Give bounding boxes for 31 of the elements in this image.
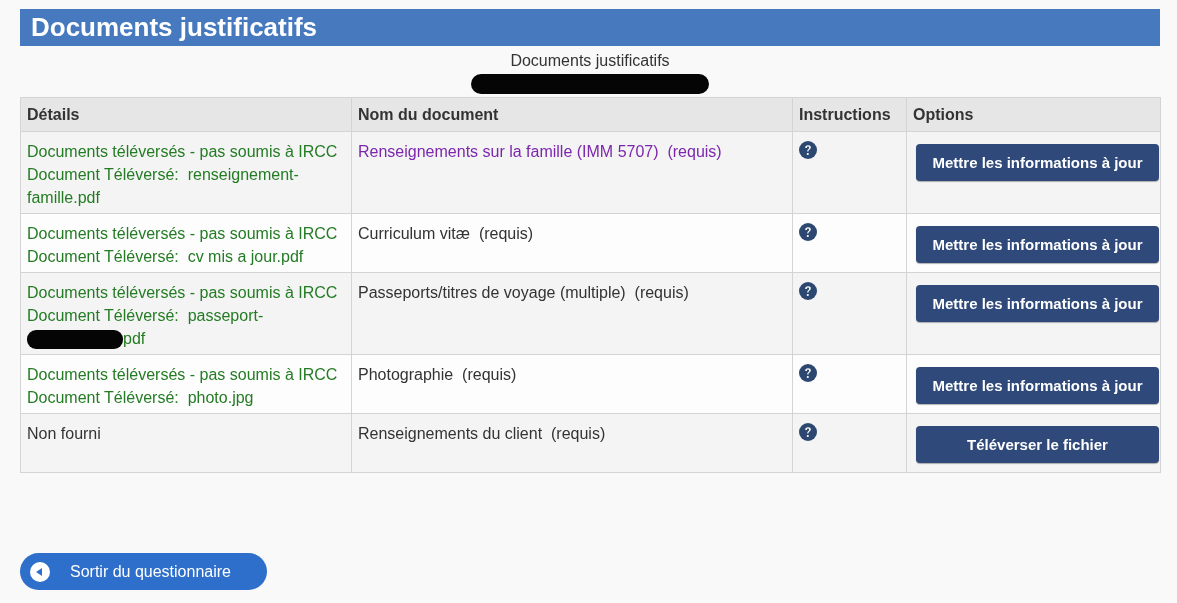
upload-status: Documents téléversés - pas soumis à IRCC <box>27 224 339 244</box>
action-button[interactable]: Mettre les informations à jour <box>916 285 1159 322</box>
document-name: Renseignements du client (requis) <box>358 425 606 442</box>
uploaded-file: Document Téléversé: renseignement-famille.pdf <box>27 165 300 208</box>
help-icon[interactable] <box>799 282 817 300</box>
upload-status: Documents téléversés - pas soumis à IRCC <box>27 365 339 385</box>
column-header: Nom du document <box>358 106 499 123</box>
help-icon[interactable] <box>799 364 817 382</box>
document-name: Passeports/titres de voyage (multiple) (requis) <box>358 284 689 301</box>
action-button[interactable]: Téléverser le fichier <box>916 426 1159 463</box>
action-button[interactable]: Mettre les informations à jour <box>916 144 1159 181</box>
document-name: Curriculum vitæ (requis) <box>358 225 534 242</box>
uploaded-file: Document Téléversé: passeport- pdf <box>27 304 345 350</box>
column-header: Détails <box>27 106 80 123</box>
document-link[interactable]: Renseignements sur la famille (IMM 5707) (requis) <box>358 143 722 160</box>
upload-status: Documents téléversés - pas soumis à IRCC <box>27 283 339 303</box>
document-name: Photographie (requis) <box>358 366 517 383</box>
action-button[interactable]: Mettre les informations à jour <box>916 226 1159 263</box>
uploaded-file: Document Téléversé: photo.jpg <box>27 388 255 408</box>
action-button[interactable]: Mettre les informations à jour <box>916 367 1159 404</box>
page-title: Documents justificatifs <box>20 9 1160 46</box>
uploaded-file: Document Téléversé: cv mis a jour.pdf <box>27 247 305 267</box>
column-header: Options <box>913 106 974 123</box>
exit-button[interactable]: Sortir du questionnaire <box>20 553 267 590</box>
column-header: Instructions <box>799 106 891 123</box>
table-caption: Documents justificatifs <box>510 52 670 70</box>
upload-status: Non fourni <box>27 424 102 444</box>
upload-status: Documents téléversés - pas soumis à IRCC <box>27 142 339 162</box>
help-icon[interactable] <box>799 223 817 241</box>
help-icon[interactable] <box>799 141 817 159</box>
help-icon[interactable] <box>799 423 817 441</box>
